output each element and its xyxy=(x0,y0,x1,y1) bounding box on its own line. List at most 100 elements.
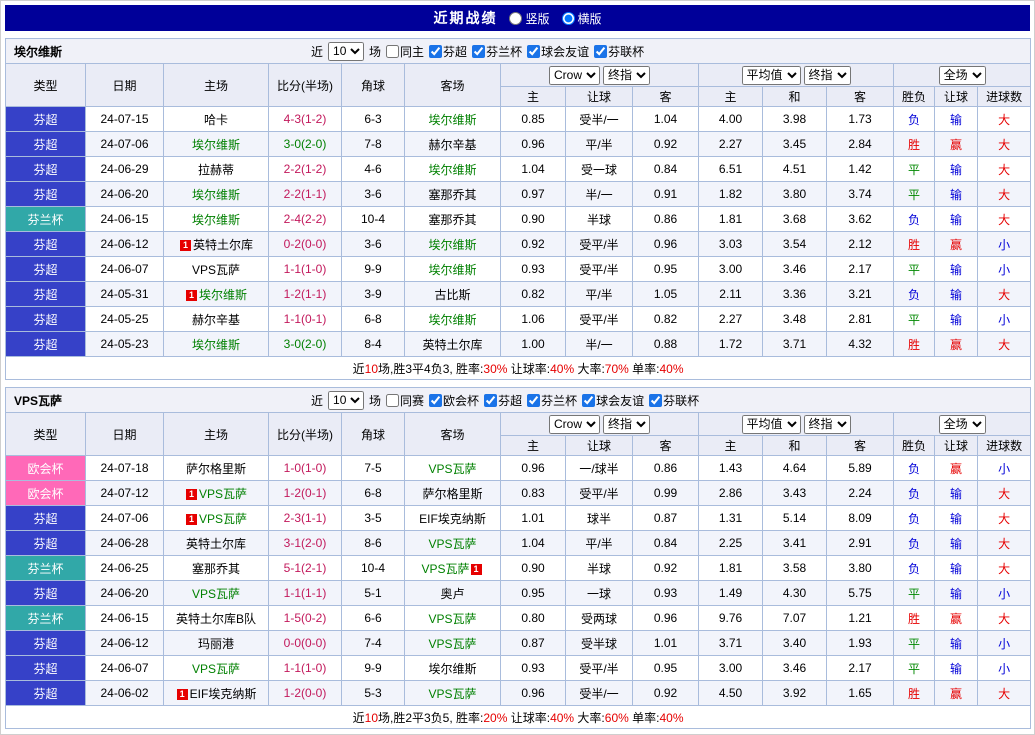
team-name[interactable]: 英特土尔库 xyxy=(186,537,246,551)
team-name[interactable]: 塞那乔其 xyxy=(428,213,476,227)
league-badge: 欧会杯 xyxy=(6,456,86,481)
league-filter[interactable]: 同主 xyxy=(386,43,424,60)
league-filter-checkbox[interactable] xyxy=(429,45,442,58)
match-row: 芬超24-06-29拉赫蒂2-2(1-2)4-6埃尔维斯1.04受一球0.846… xyxy=(6,157,1031,182)
avg-away-odds: 2.17 xyxy=(827,656,894,681)
league-filter[interactable]: 欧会杯 xyxy=(429,392,479,409)
avg-draw-odds: 3.58 xyxy=(763,556,827,581)
team-name[interactable]: 埃尔维斯 xyxy=(428,113,476,127)
league-filter[interactable]: 芬联杯 xyxy=(649,392,699,409)
recent-count-select[interactable]: 10 xyxy=(328,42,364,61)
league-filter[interactable]: 芬超 xyxy=(429,43,467,60)
layout-option-horizontal[interactable]: 横版 xyxy=(562,10,602,27)
team-name[interactable]: VPS瓦萨 xyxy=(428,537,476,551)
result-scope-select[interactable]: 全场 xyxy=(939,66,986,85)
league-filter-checkbox[interactable] xyxy=(386,45,399,58)
league-badge: 芬超 xyxy=(6,182,86,207)
odds-stage-select[interactable]: 终指 xyxy=(603,66,650,85)
team-name[interactable]: 玛丽港 xyxy=(198,637,234,651)
filter-bar: 近 10 场 同主芬超芬兰杯球会友谊芬联杯 xyxy=(311,42,644,61)
team-name[interactable]: 英特土尔库 xyxy=(193,238,253,252)
team-name[interactable]: VPS瓦萨 xyxy=(192,263,240,277)
league-filter[interactable]: 芬超 xyxy=(484,392,522,409)
team-name[interactable]: 埃尔维斯 xyxy=(199,288,247,302)
result-goals: 大 xyxy=(978,107,1031,132)
team-cell: 赫尔辛基 xyxy=(164,307,269,332)
league-filter[interactable]: 芬兰杯 xyxy=(527,392,577,409)
league-filter-checkbox[interactable] xyxy=(582,394,595,407)
avg-stage-select[interactable]: 终指 xyxy=(804,415,851,434)
result-handicap: 赢 xyxy=(935,332,978,357)
avg-source-select[interactable]: 平均值 xyxy=(742,66,801,85)
team-name[interactable]: 埃尔维斯 xyxy=(192,138,240,152)
league-filter[interactable]: 芬兰杯 xyxy=(472,43,522,60)
team-name[interactable]: EIF埃克纳斯 xyxy=(190,687,257,701)
odds-stage-select[interactable]: 终指 xyxy=(603,415,650,434)
team-name[interactable]: 塞那乔其 xyxy=(192,562,240,576)
team-name[interactable]: 埃尔维斯 xyxy=(428,313,476,327)
team-name[interactable]: 古比斯 xyxy=(434,288,470,302)
team-name[interactable]: VPS瓦萨 xyxy=(192,662,240,676)
league-filter-checkbox[interactable] xyxy=(386,394,399,407)
match-date: 24-06-15 xyxy=(86,606,164,631)
corner-score: 3-6 xyxy=(342,232,405,257)
team-name[interactable]: VPS瓦萨 xyxy=(428,687,476,701)
recent-count-select[interactable]: 10 xyxy=(328,391,364,410)
league-filter-checkbox[interactable] xyxy=(527,394,540,407)
team-name[interactable]: 英特土尔库B队 xyxy=(176,612,256,626)
team-name[interactable]: VPS瓦萨 xyxy=(199,512,247,526)
league-filter[interactable]: 芬联杯 xyxy=(594,43,644,60)
avg-home-odds: 1.81 xyxy=(699,207,763,232)
team-name[interactable]: 哈卡 xyxy=(204,113,228,127)
layout-option-vertical[interactable]: 竖版 xyxy=(509,10,549,27)
league-filter[interactable]: 同赛 xyxy=(386,392,424,409)
team-name[interactable]: 萨尔格里斯 xyxy=(422,487,482,501)
team-name[interactable]: 塞那乔其 xyxy=(428,188,476,202)
col-header-score: 比分(半场) xyxy=(269,64,342,107)
team-name[interactable]: 奥卢 xyxy=(440,587,464,601)
league-filter[interactable]: 球会友谊 xyxy=(527,43,589,60)
league-filter[interactable]: 球会友谊 xyxy=(582,392,644,409)
league-filter-checkbox[interactable] xyxy=(429,394,442,407)
layout-radio-horizontal[interactable] xyxy=(562,12,575,25)
team-name[interactable]: VPS瓦萨 xyxy=(428,637,476,651)
league-filter-label: 芬联杯 xyxy=(663,392,699,409)
league-filter-checkbox[interactable] xyxy=(649,394,662,407)
team-name[interactable]: VPS瓦萨 xyxy=(199,487,247,501)
league-filter-checkbox[interactable] xyxy=(594,45,607,58)
avg-stage-select[interactable]: 终指 xyxy=(804,66,851,85)
handicap-away-odds: 0.84 xyxy=(633,531,699,556)
result-goals: 大 xyxy=(978,157,1031,182)
team-name[interactable]: 英特土尔库 xyxy=(422,338,482,352)
team-name[interactable]: EIF埃克纳斯 xyxy=(419,512,486,526)
league-filter-checkbox[interactable] xyxy=(527,45,540,58)
team-name[interactable]: 拉赫蒂 xyxy=(198,163,234,177)
subcol-handicap-home: 主 xyxy=(501,436,566,456)
team-name[interactable]: VPS瓦萨 xyxy=(192,587,240,601)
league-filter-checkbox[interactable] xyxy=(472,45,485,58)
avg-home-odds: 4.50 xyxy=(699,681,763,706)
handicap-away-odds: 1.05 xyxy=(633,282,699,307)
team-name[interactable]: 埃尔维斯 xyxy=(192,188,240,202)
team-name[interactable]: 赫尔辛基 xyxy=(428,138,476,152)
handicap-away-odds: 0.86 xyxy=(633,456,699,481)
team-name[interactable]: 萨尔格里斯 xyxy=(186,462,246,476)
team-name[interactable]: 埃尔维斯 xyxy=(192,213,240,227)
team-name[interactable]: 赫尔辛基 xyxy=(192,313,240,327)
league-filter-checkbox[interactable] xyxy=(484,394,497,407)
team-name[interactable]: VPS瓦萨 xyxy=(421,562,469,576)
team-name[interactable]: 埃尔维斯 xyxy=(428,238,476,252)
result-scope-select[interactable]: 全场 xyxy=(939,415,986,434)
team-name[interactable]: 埃尔维斯 xyxy=(428,662,476,676)
avg-source-select[interactable]: 平均值 xyxy=(742,415,801,434)
team-name[interactable]: VPS瓦萨 xyxy=(428,462,476,476)
team-name[interactable]: 埃尔维斯 xyxy=(428,163,476,177)
layout-radio-vertical[interactable] xyxy=(509,12,522,25)
team-name[interactable]: 埃尔维斯 xyxy=(428,263,476,277)
team-cell: 萨尔格里斯 xyxy=(405,481,501,506)
match-row: 芬超24-06-28英特土尔库3-1(2-0)8-6VPS瓦萨1.04平/半0.… xyxy=(6,531,1031,556)
team-name[interactable]: VPS瓦萨 xyxy=(428,612,476,626)
odds-company-select[interactable]: Crow xyxy=(549,66,600,85)
team-name[interactable]: 埃尔维斯 xyxy=(192,338,240,352)
odds-company-select[interactable]: Crow xyxy=(549,415,600,434)
